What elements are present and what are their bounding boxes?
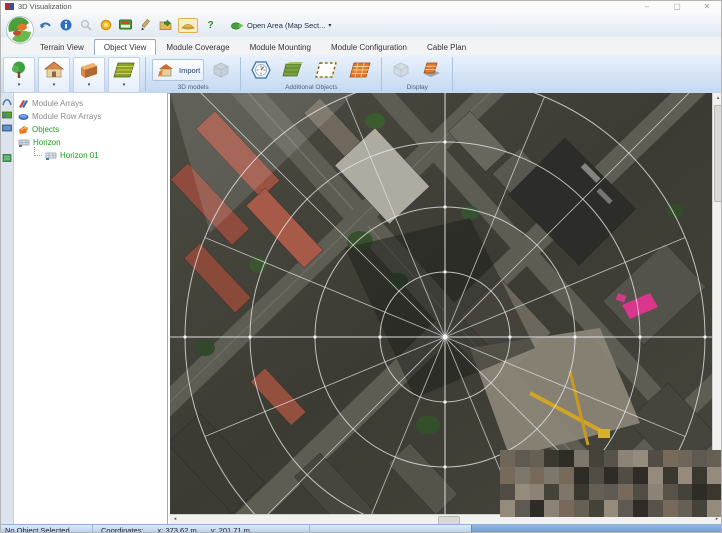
module-arrays-icon xyxy=(18,99,29,109)
group-label-additional-objects: Additional Objects xyxy=(247,83,375,92)
pixelated-watermark xyxy=(500,450,722,517)
info-icon[interactable] xyxy=(58,18,73,33)
import-3d-model-icon xyxy=(156,61,176,79)
tab-module-configuration[interactable]: Module Configuration xyxy=(321,39,417,55)
house-icon xyxy=(43,58,65,82)
3d-visualization-window: { "window": { "title": "3D Visualization… xyxy=(0,0,722,533)
module-blue-tool-icon[interactable] xyxy=(2,123,12,133)
coordinates-readout: Coordinates: x: 373.62 m y: 201.71 m xyxy=(93,525,310,533)
tree-icon xyxy=(9,58,29,82)
selection-status: No Object Selected xyxy=(0,525,93,533)
tree-dropdown-caret[interactable]: ▾ xyxy=(18,82,21,89)
undo-icon[interactable] xyxy=(38,18,53,33)
group-3d-models: Import 3D models xyxy=(148,55,238,93)
module-array-object-button[interactable]: ▾ xyxy=(108,57,140,93)
app-icon xyxy=(5,3,14,10)
import-folder-icon[interactable] xyxy=(158,18,173,33)
tab-object-view[interactable]: Object View xyxy=(94,39,157,55)
object-tree-panel: Module Arrays Module Row Arrays Objects … xyxy=(14,93,168,524)
display-cube-icon xyxy=(391,61,411,79)
maximize-button[interactable]: ▢ xyxy=(662,0,692,13)
title-bar: 3D Visualization – ▢ ✕ xyxy=(0,0,722,14)
group-label-display: Display xyxy=(388,83,446,92)
scroll-left-arrow[interactable]: ◂ xyxy=(170,515,180,524)
pencil-icon[interactable] xyxy=(138,18,153,33)
quick-toolbar: ? Open Area (Map Sect... ▾ xyxy=(0,13,722,38)
status-bar: No Object Selected Coordinates: x: 373.6… xyxy=(0,524,722,533)
measure-tool-icon[interactable] xyxy=(178,18,198,33)
curve-tool-icon[interactable] xyxy=(2,97,12,107)
close-button[interactable]: ✕ xyxy=(692,0,722,13)
tree-item-horizon-01[interactable]: Horizon 01 xyxy=(18,149,167,162)
import-3d-model-button[interactable]: Import xyxy=(152,59,204,81)
vertical-scroll-thumb[interactable] xyxy=(714,105,722,202)
open-area-caret: ▾ xyxy=(328,22,331,29)
module-small-tool-icon[interactable] xyxy=(2,153,12,163)
group-label-3d-models: 3D models xyxy=(152,83,234,92)
sun-icon[interactable] xyxy=(98,18,113,33)
scroll-up-arrow[interactable]: ▴ xyxy=(713,93,722,103)
compass-icon xyxy=(250,60,272,80)
terrain-area-button[interactable] xyxy=(279,59,307,81)
module-display-icon xyxy=(421,60,443,80)
coordinates-label: Coordinates: xyxy=(101,526,144,533)
tree-connector xyxy=(34,147,42,156)
wall-dropdown-caret[interactable]: ▾ xyxy=(88,82,91,89)
cube-icon xyxy=(211,61,231,79)
module-display-button[interactable] xyxy=(418,59,446,81)
tab-module-mounting[interactable]: Module Mounting xyxy=(240,39,321,55)
status-right-panel xyxy=(471,525,722,533)
zoom-icon[interactable] xyxy=(78,18,93,33)
open-area-icon xyxy=(231,21,244,30)
building-dropdown-caret[interactable]: ▾ xyxy=(53,82,56,89)
coordinate-y-value: y: 201.71 m xyxy=(211,526,250,533)
horizon-01-icon xyxy=(45,151,57,161)
ribbon: ▾ ▾ ▾ ▾ Import xyxy=(0,55,722,94)
ribbon-tab-bar: Terrain View Object View Module Coverage… xyxy=(0,37,722,55)
tree-item-objects[interactable]: Objects xyxy=(18,123,167,136)
group-additional-objects: Additional Objects xyxy=(243,55,379,93)
3d-model-disabled-button[interactable] xyxy=(208,60,234,80)
group-display: Display xyxy=(384,55,450,93)
wall-icon xyxy=(78,58,100,82)
restriction-area-button[interactable] xyxy=(311,59,341,81)
module-array-icon xyxy=(112,58,136,82)
open-area-dropdown[interactable]: Open Area (Map Sect... ▾ xyxy=(227,20,335,31)
tab-cable-plan[interactable]: Cable Plan xyxy=(417,39,476,55)
tree-item-module-row-arrays[interactable]: Module Row Arrays xyxy=(18,110,167,123)
left-tool-strip xyxy=(0,93,14,524)
tab-terrain-view[interactable]: Terrain View xyxy=(30,39,94,55)
module-area-button[interactable] xyxy=(345,59,375,81)
module-row-arrays-icon xyxy=(18,112,29,122)
wall-object-button[interactable]: ▾ xyxy=(73,57,105,93)
minimize-button[interactable]: – xyxy=(632,0,662,13)
compass-object-button[interactable] xyxy=(247,59,275,81)
display-option-disabled-button[interactable] xyxy=(388,60,414,80)
terrain-ramp-icon xyxy=(282,60,304,80)
building-object-button[interactable]: ▾ xyxy=(38,57,70,93)
open-area-label: Open Area (Map Sect... xyxy=(247,21,325,30)
import-label: Import xyxy=(179,66,200,75)
roof-modules-icon xyxy=(348,60,372,80)
window-title: 3D Visualization xyxy=(18,2,72,11)
app-logo xyxy=(5,15,35,45)
tree-object-button[interactable]: ▾ xyxy=(3,57,35,93)
screen-icon[interactable] xyxy=(118,18,133,33)
coordinate-x-value: x: 373.62 m xyxy=(158,526,197,533)
restricted-area-icon xyxy=(314,60,338,80)
module-green-tool-icon[interactable] xyxy=(2,110,12,120)
help-icon[interactable]: ? xyxy=(203,18,218,33)
objects-icon xyxy=(18,125,29,135)
module-array-dropdown-caret[interactable]: ▾ xyxy=(123,82,126,89)
horizon-icon xyxy=(18,138,30,148)
tab-module-coverage[interactable]: Module Coverage xyxy=(156,39,239,55)
tree-item-module-arrays[interactable]: Module Arrays xyxy=(18,97,167,110)
